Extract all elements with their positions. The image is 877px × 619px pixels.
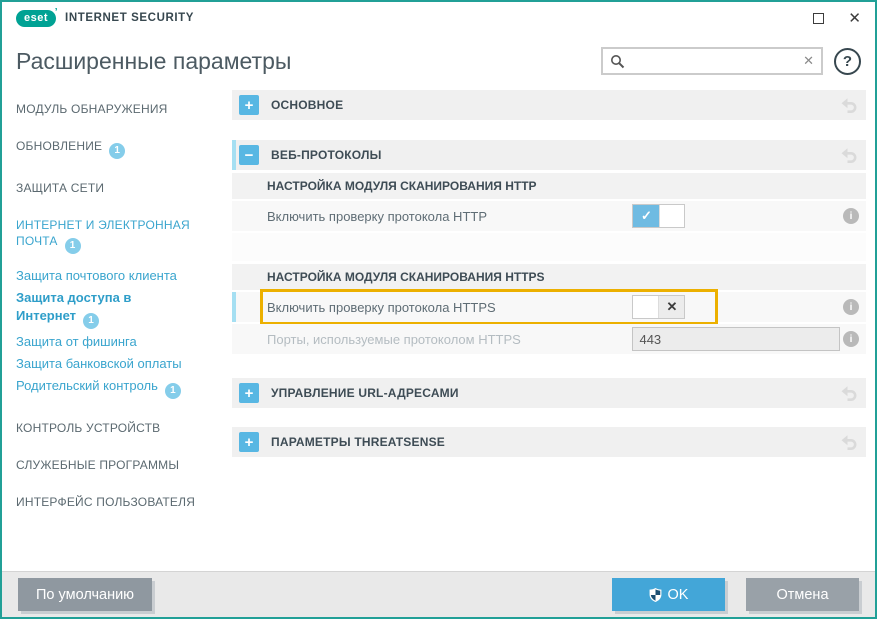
search-box[interactable]: ✕: [601, 47, 823, 75]
collapse-icon[interactable]: −: [239, 145, 259, 165]
info-icon[interactable]: i: [843, 208, 859, 224]
search-input[interactable]: [629, 54, 799, 69]
ok-button-label: OK: [668, 587, 689, 603]
search-icon: [610, 54, 625, 69]
https-ports-label: Порты, используемые протоколом HTTPS: [267, 332, 632, 347]
section-url-management-label: УПРАВЛЕНИЕ URL-АДРЕСАМИ: [271, 386, 459, 400]
sidebar-item-tools[interactable]: СЛУЖЕБНЫЕ ПРОГРАММЫ: [16, 457, 222, 473]
sidebar-item-label: Защита почтового клиента: [16, 268, 177, 283]
section-basic[interactable]: + ОСНОВНОЕ: [232, 90, 866, 120]
parental-badge: 1: [165, 383, 181, 399]
modified-accent-bar: [232, 140, 236, 170]
web-email-badge: 1: [65, 238, 81, 254]
http-toggle-row: Включить проверку протокола HTTP ✓ i: [232, 201, 866, 231]
section-url-management[interactable]: + УПРАВЛЕНИЕ URL-АДРЕСАМИ: [232, 378, 866, 408]
https-toggle-row: Включить проверку протокола HTTPS ✕ i: [232, 292, 866, 322]
help-button[interactable]: ?: [834, 48, 861, 75]
expand-icon[interactable]: +: [239, 432, 259, 452]
sidebar-item-parental-control[interactable]: Родительский контроль 1: [16, 377, 222, 399]
section-threatsense[interactable]: + ПАРАМЕТРЫ THREATSENSE: [232, 427, 866, 457]
ok-button[interactable]: OK: [612, 578, 725, 611]
http-toggle-label: Включить проверку протокола HTTP: [267, 209, 632, 224]
expand-icon[interactable]: +: [239, 383, 259, 403]
https-ports-input[interactable]: [632, 327, 840, 351]
cross-icon: ✕: [659, 296, 684, 318]
sidebar-item-user-interface[interactable]: ИНТЕРФЕЙС ПОЛЬЗОВАТЕЛЯ: [16, 494, 222, 510]
expand-icon[interactable]: +: [239, 95, 259, 115]
sidebar-item-label: Защита доступа в Интернет: [16, 290, 131, 323]
sidebar-item-label: Защита банковской оплаты: [16, 356, 182, 371]
sidebar-item-network-protection[interactable]: ЗАЩИТА СЕТИ: [16, 180, 222, 196]
spacer-row: [232, 233, 866, 261]
revert-icon[interactable]: [841, 386, 858, 401]
uac-shield-icon: [649, 588, 662, 602]
sidebar-item-antiphishing[interactable]: Защита от фишинга: [16, 333, 222, 350]
sidebar-item-update[interactable]: ОБНОВЛЕНИЕ 1: [16, 138, 222, 159]
sidebar-item-label: КОНТРОЛЬ УСТРОЙСТВ: [16, 421, 160, 435]
page-title: Расширенные параметры: [16, 48, 291, 75]
info-icon[interactable]: i: [843, 331, 859, 347]
sidebar-item-label: ОБНОВЛЕНИЕ: [16, 139, 102, 153]
restore-defaults-button[interactable]: По умолчанию: [18, 578, 152, 611]
cancel-button[interactable]: Отмена: [746, 578, 859, 611]
check-icon: ✓: [633, 205, 659, 227]
https-toggle-switch[interactable]: ✕: [632, 295, 685, 319]
revert-icon[interactable]: [841, 98, 858, 113]
info-icon[interactable]: i: [843, 299, 859, 315]
sidebar-item-label: Защита от фишинга: [16, 334, 137, 349]
revert-icon[interactable]: [841, 148, 858, 163]
product-name: INTERNET SECURITY: [65, 12, 194, 24]
close-icon[interactable]: ✕: [848, 11, 861, 26]
settings-content: + ОСНОВНОЕ − ВЕБ-ПРОТОКОЛЫ: [232, 88, 875, 571]
sidebar-item-web-access-protection[interactable]: Защита доступа в Интернет1: [16, 289, 181, 329]
update-badge: 1: [109, 143, 125, 159]
footer: По умолчанию OK Отмена: [2, 571, 875, 617]
eset-advanced-settings-window: eset INTERNET SECURITY ✕ Расширенные пар…: [0, 0, 877, 619]
header: Расширенные параметры ✕ ?: [2, 34, 875, 88]
sidebar-item-label: ЗАЩИТА СЕТИ: [16, 181, 104, 195]
section-web-protocols-label: ВЕБ-ПРОТОКОЛЫ: [271, 148, 382, 162]
modified-accent-bar: [232, 292, 236, 322]
sidebar-item-label: Родительский контроль: [16, 378, 158, 393]
sidebar-item-email-client-protection[interactable]: Защита почтового клиента: [16, 267, 222, 284]
revert-icon[interactable]: [841, 435, 858, 450]
sidebar-item-label: МОДУЛЬ ОБНАРУЖЕНИЯ: [16, 102, 168, 116]
https-scanner-subheader: НАСТРОЙКА МОДУЛЯ СКАНИРОВАНИЯ HTTPS: [232, 264, 866, 290]
maximize-icon[interactable]: [813, 13, 824, 24]
body: МОДУЛЬ ОБНАРУЖЕНИЯ ОБНОВЛЕНИЕ 1 ЗАЩИТА СЕ…: [2, 88, 875, 571]
sidebar-item-web-and-email[interactable]: ИНТЕРНЕТ И ЭЛЕКТРОННАЯ ПОЧТА1: [16, 217, 206, 254]
section-threatsense-label: ПАРАМЕТРЫ THREATSENSE: [271, 435, 445, 449]
sidebar: МОДУЛЬ ОБНАРУЖЕНИЯ ОБНОВЛЕНИЕ 1 ЗАЩИТА СЕ…: [2, 88, 232, 571]
toggle-knob: [659, 205, 684, 227]
titlebar: eset INTERNET SECURITY ✕: [2, 2, 875, 34]
http-scanner-subheader: НАСТРОЙКА МОДУЛЯ СКАНИРОВАНИЯ HTTP: [232, 173, 866, 199]
sidebar-item-detection-engine[interactable]: МОДУЛЬ ОБНАРУЖЕНИЯ: [16, 101, 222, 117]
eset-logo: eset: [16, 10, 56, 27]
sidebar-item-label: ИНТЕРНЕТ И ЭЛЕКТРОННАЯ ПОЧТА: [16, 218, 190, 248]
https-ports-row: Порты, используемые протоколом HTTPS i: [232, 324, 866, 354]
web-access-badge: 1: [83, 313, 99, 329]
section-basic-label: ОСНОВНОЕ: [271, 98, 343, 112]
sidebar-item-banking-protection[interactable]: Защита банковской оплаты: [16, 355, 222, 372]
http-toggle-switch[interactable]: ✓: [632, 204, 685, 228]
https-toggle-label: Включить проверку протокола HTTPS: [267, 300, 632, 315]
sidebar-item-label: ИНТЕРФЕЙС ПОЛЬЗОВАТЕЛЯ: [16, 495, 195, 509]
section-web-protocols[interactable]: − ВЕБ-ПРОТОКОЛЫ: [232, 140, 866, 170]
search-clear-icon[interactable]: ✕: [803, 53, 814, 69]
window-controls: ✕: [813, 11, 861, 26]
sidebar-item-device-control[interactable]: КОНТРОЛЬ УСТРОЙСТВ: [16, 420, 222, 436]
sidebar-item-label: СЛУЖЕБНЫЕ ПРОГРАММЫ: [16, 458, 179, 472]
toggle-knob: [633, 296, 659, 318]
